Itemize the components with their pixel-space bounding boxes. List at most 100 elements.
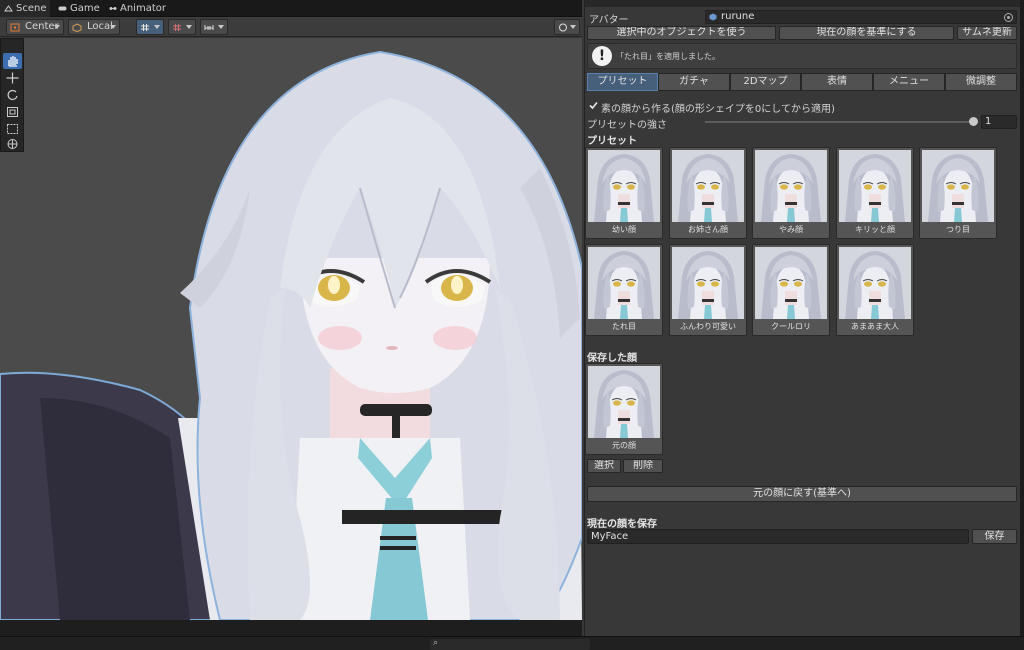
preset-card[interactable]: つり目 bbox=[919, 147, 997, 239]
ruler-icon bbox=[204, 25, 214, 30]
chevron-down-icon bbox=[218, 25, 224, 29]
strength-label: プリセットの強さ bbox=[587, 120, 667, 131]
face-name-input[interactable]: MyFace bbox=[587, 529, 969, 544]
preset-card[interactable]: 幼い顔 bbox=[585, 147, 663, 239]
avatar-label: アバター bbox=[589, 15, 629, 26]
preset-label: 幼い顔 bbox=[612, 225, 636, 234]
strength-slider-track[interactable] bbox=[705, 121, 973, 123]
chevron-down-icon bbox=[570, 25, 576, 29]
rect-tool-icon bbox=[7, 124, 18, 134]
revert-to-base-button[interactable]: 元の顔に戻す(基準へ) bbox=[587, 486, 1017, 502]
avatar-object-icon bbox=[709, 13, 717, 21]
face-thumbnail bbox=[839, 247, 911, 319]
animator-icon bbox=[109, 7, 117, 10]
tab-2d-map[interactable]: 2Dマップ bbox=[730, 73, 801, 91]
face-thumbnail bbox=[672, 150, 744, 222]
editor-tab-bar: Scene Game Animator bbox=[0, 0, 582, 17]
preset-card[interactable]: ふんわり可愛い bbox=[669, 244, 747, 336]
avatar-value: rurune bbox=[721, 11, 755, 22]
face-tool-panel: アバター rurune 選択中のオブジェクトを使う 現在の顔を基準にする サムネ… bbox=[584, 0, 1021, 636]
space-dropdown[interactable]: Local bbox=[68, 19, 120, 35]
search-icon: ⌕ bbox=[433, 638, 439, 648]
preset-card[interactable]: あまあま大人 bbox=[836, 244, 914, 336]
scene-toolbar: Center Local bbox=[0, 17, 582, 37]
save-face-heading: 現在の顔を保存 bbox=[587, 519, 657, 530]
chevron-down-icon bbox=[110, 25, 116, 29]
preset-card[interactable]: キリッと顔 bbox=[836, 147, 914, 239]
ruler-button[interactable] bbox=[200, 19, 228, 35]
status-search-field[interactable]: ⌕ bbox=[430, 638, 590, 650]
character-render bbox=[0, 38, 582, 620]
pivot-dropdown[interactable]: Center bbox=[6, 19, 64, 35]
panel-header bbox=[585, 0, 1021, 7]
save-face-button[interactable]: 保存 bbox=[972, 529, 1017, 544]
increment-snap-button[interactable] bbox=[168, 19, 196, 35]
tab-presets[interactable]: プリセット bbox=[587, 73, 658, 91]
chevron-down-icon bbox=[54, 25, 60, 29]
help-box: ! 「たれ目」を適用しました。 bbox=[587, 43, 1017, 69]
tab-menu[interactable]: メニュー bbox=[873, 73, 945, 91]
grid-snap-button[interactable] bbox=[136, 19, 164, 35]
preset-label: やみ顔 bbox=[779, 225, 803, 234]
right-window-edge bbox=[1020, 0, 1024, 636]
scale-tool-button[interactable] bbox=[3, 104, 22, 120]
gamepad-icon bbox=[58, 6, 67, 11]
preset-card[interactable]: お姉さん顔 bbox=[669, 147, 747, 239]
hand-tool-icon bbox=[8, 56, 18, 67]
from-plain-face-label: 素の顔から作る(顔の形シェイプを0にしてから適用) bbox=[601, 104, 835, 115]
preset-label: つり目 bbox=[946, 225, 970, 234]
move-tool-button[interactable] bbox=[3, 70, 22, 86]
face-thumbnail bbox=[672, 247, 744, 319]
strength-slider-handle[interactable] bbox=[968, 117, 978, 126]
transform-tools-panel bbox=[0, 38, 24, 152]
status-bar: ⌕ bbox=[0, 636, 1024, 650]
hand-tool-button[interactable] bbox=[3, 53, 22, 69]
move-tool-icon bbox=[6, 72, 19, 84]
mode-tabs: プリセット ガチャ 2Dマップ 表情 メニュー 微調整 bbox=[587, 73, 1017, 91]
cube-icon bbox=[72, 23, 82, 32]
use-selected-button[interactable]: 選択中のオブジェクトを使う bbox=[587, 26, 776, 40]
tab-animator[interactable]: Animator bbox=[104, 0, 170, 17]
saved-face-card[interactable]: 元の顔 bbox=[585, 363, 663, 455]
select-saved-button[interactable]: 選択 bbox=[587, 459, 621, 473]
set-base-button[interactable]: 現在の顔を基準にする bbox=[779, 26, 954, 40]
strength-value-field[interactable]: 1 bbox=[981, 115, 1017, 129]
transform-tool-icon bbox=[7, 139, 18, 149]
tab-fine-tune[interactable]: 微調整 bbox=[945, 73, 1017, 91]
checkmark-icon bbox=[589, 101, 598, 110]
preset-card[interactable]: たれ目 bbox=[585, 244, 663, 336]
face-thumbnail bbox=[755, 247, 827, 319]
face-thumbnail bbox=[839, 150, 911, 222]
preset-label: たれ目 bbox=[612, 322, 636, 331]
rect-tool-button[interactable] bbox=[3, 121, 22, 137]
transform-tool-button[interactable] bbox=[3, 136, 22, 152]
tab-game[interactable]: Game bbox=[54, 0, 104, 17]
object-picker-icon[interactable] bbox=[1004, 13, 1013, 22]
saved-faces-heading: 保存した顔 bbox=[587, 353, 637, 364]
face-thumbnail bbox=[588, 366, 660, 438]
scene-icon bbox=[4, 5, 13, 12]
refresh-thumbnails-button[interactable]: サムネ更新 bbox=[957, 26, 1017, 40]
tab-scene[interactable]: Scene bbox=[0, 0, 50, 17]
view-options-button[interactable] bbox=[554, 19, 580, 35]
scene-view[interactable] bbox=[0, 38, 582, 620]
rotate-tool-button[interactable] bbox=[3, 87, 22, 103]
preset-label: あまあま大人 bbox=[851, 322, 899, 331]
preset-label: キリッと顔 bbox=[855, 225, 895, 234]
tab-animator-label: Animator bbox=[120, 3, 166, 14]
avatar-object-field[interactable]: rurune bbox=[705, 10, 1017, 24]
tab-expressions[interactable]: 表情 bbox=[801, 73, 873, 91]
preset-label: お姉さん顔 bbox=[688, 225, 728, 234]
shading-icon bbox=[559, 23, 567, 32]
tab-gacha[interactable]: ガチャ bbox=[658, 73, 730, 91]
presets-heading: プリセット bbox=[587, 136, 637, 147]
scale-tool-icon bbox=[7, 107, 18, 117]
face-thumbnail bbox=[755, 150, 827, 222]
scene-bottom-bar bbox=[0, 620, 582, 636]
face-thumbnail bbox=[922, 150, 994, 222]
delete-saved-button[interactable]: 削除 bbox=[623, 459, 663, 473]
preset-card[interactable]: クールロリ bbox=[752, 244, 830, 336]
face-thumbnail bbox=[588, 150, 660, 222]
preset-card[interactable]: やみ顔 bbox=[752, 147, 830, 239]
from-plain-face-checkbox[interactable] bbox=[588, 100, 599, 111]
